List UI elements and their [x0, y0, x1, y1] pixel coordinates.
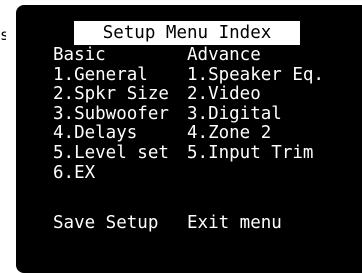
- menu-item-input-trim[interactable]: 5.Input Trim: [187, 143, 324, 164]
- advance-column: Advance 1.Speaker Eq. 2.Video 3.Digital …: [187, 45, 324, 164]
- menu-item-zone-2[interactable]: 4.Zone 2: [187, 124, 324, 144]
- basic-column: Basic 1.General 2.Spkr Size 3.Subwoofer …: [53, 45, 169, 184]
- menu-item-speaker-eq[interactable]: 1.Speaker Eq.: [187, 65, 324, 86]
- menu-item-general[interactable]: 1.General: [53, 65, 169, 86]
- basic-header: Basic: [53, 45, 106, 65]
- save-setup-option[interactable]: Save Setup: [53, 213, 158, 234]
- menu-item-digital[interactable]: 3.Digital: [187, 104, 324, 125]
- edge-text: s: [0, 26, 6, 44]
- exit-menu-option[interactable]: Exit menu: [187, 213, 282, 234]
- menu-title: Setup Menu Index: [74, 21, 300, 45]
- menu-item-ex[interactable]: 6.EX: [53, 163, 169, 184]
- menu-item-level-set[interactable]: 5.Level set: [53, 143, 169, 164]
- menu-item-delays[interactable]: 4.Delays: [53, 124, 169, 144]
- menu-item-spkr-size[interactable]: 2.Spkr Size: [53, 85, 169, 105]
- menu-item-subwoofer[interactable]: 3.Subwoofer: [53, 104, 169, 125]
- menu-item-video[interactable]: 2.Video: [187, 85, 324, 105]
- osd-screen: Setup Menu Index Basic 1.General 2.Spkr …: [16, 5, 362, 273]
- setup-menu-window: s Setup Menu Index Basic 1.General 2.Spk…: [0, 0, 362, 273]
- advance-header: Advance: [187, 45, 261, 65]
